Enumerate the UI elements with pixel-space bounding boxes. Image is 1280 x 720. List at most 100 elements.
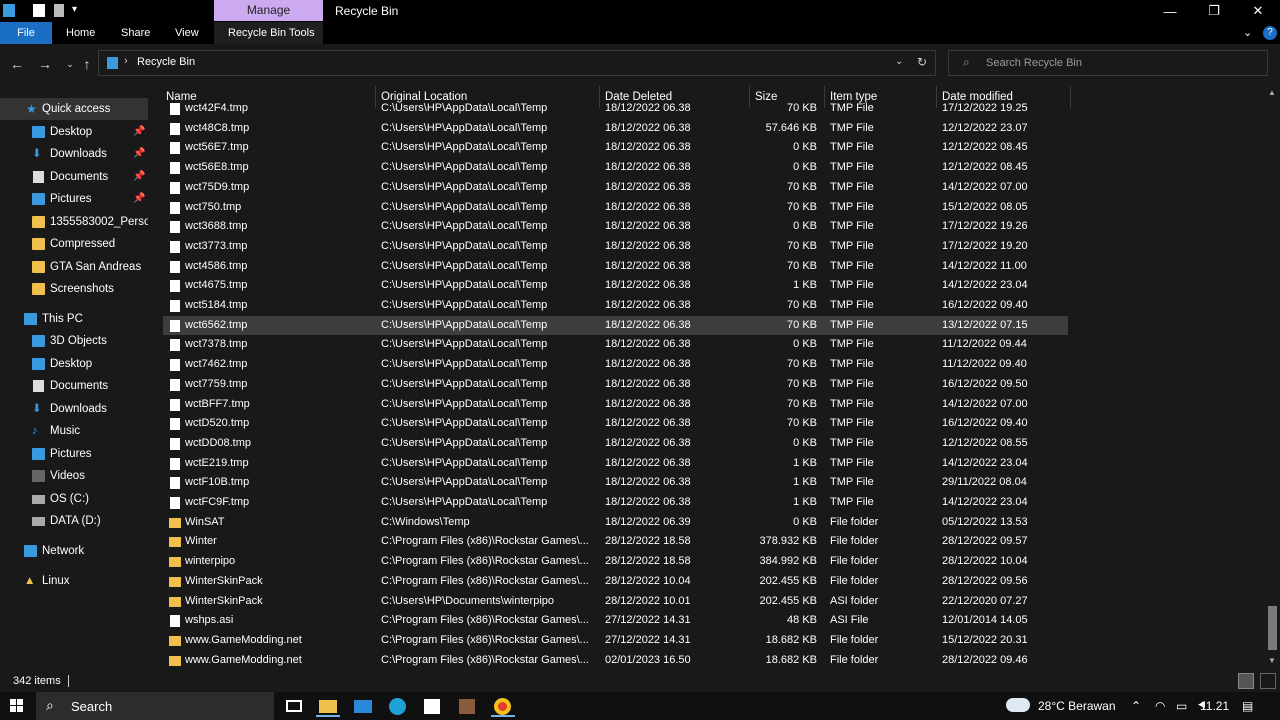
pin-icon[interactable]: 📌 [133, 166, 145, 188]
table-row[interactable]: wctBFF7.tmp C:\Users\HP\AppData\Local\Tem… [163, 395, 1068, 415]
customize-quick-access-icon[interactable]: ▾ [72, 4, 77, 15]
table-row[interactable]: www.GameModding.net C:\Program Files (x86… [163, 631, 1068, 651]
file-explorer-icon[interactable] [316, 695, 340, 717]
help-icon[interactable]: ? [1263, 26, 1277, 40]
clock[interactable]: 11.21 [1200, 699, 1229, 713]
scroll-up-arrow-icon[interactable]: ▲ [1268, 88, 1276, 97]
sidebar-item-drive-c[interactable]: OS (C:) [0, 488, 148, 510]
tab-recycle-bin-tools[interactable]: Recycle Bin Tools [220, 22, 323, 44]
table-row[interactable]: wctFC9F.tmp C:\Users\HP\AppData\Local\Tem… [163, 493, 1068, 513]
recycle-bin-icon[interactable] [3, 4, 15, 17]
chrome-icon[interactable] [491, 695, 515, 717]
sidebar-item-pictures[interactable]: Pictures 📌 [0, 188, 148, 210]
table-row[interactable]: wct56E8.tmp C:\Users\HP\AppData\Local\Tem… [163, 158, 1068, 178]
sidebar-item-documents[interactable]: Documents [0, 375, 148, 397]
details-view-button[interactable] [1238, 673, 1254, 689]
wifi-icon[interactable]: ◠ [1155, 699, 1165, 713]
notifications-icon[interactable]: ▤ [1242, 699, 1253, 713]
minimize-button[interactable]: — [1148, 0, 1192, 22]
table-row[interactable]: wct3773.tmp C:\Users\HP\AppData\Local\Tem… [163, 237, 1068, 257]
table-row[interactable]: wct7378.tmp C:\Users\HP\AppData\Local\Tem… [163, 335, 1068, 355]
table-row[interactable]: wct56E7.tmp C:\Users\HP\AppData\Local\Tem… [163, 138, 1068, 158]
table-row[interactable]: wct6562.tmp C:\Users\HP\AppData\Local\Tem… [163, 315, 1068, 336]
table-row[interactable]: wshps.asi C:\Program Files (x86)\Rockstar… [163, 611, 1068, 631]
table-row[interactable]: wct7759.tmp C:\Users\HP\AppData\Local\Tem… [163, 375, 1068, 395]
table-row[interactable]: wctD520.tmp C:\Users\HP\AppData\Local\Tem… [163, 414, 1068, 434]
sidebar-item-quick-access[interactable]: ★ Quick access [0, 98, 148, 120]
sidebar-item-folder[interactable]: 1355583002_Persona [0, 211, 148, 233]
sort-indicator-icon: ⌃ [263, 86, 271, 91]
taskbar-search-input[interactable]: ⌕ Search [36, 692, 274, 720]
sidebar-item-folder[interactable]: Screenshots [0, 278, 148, 300]
breadcrumb[interactable]: Recycle Bin [137, 56, 195, 68]
table-row[interactable]: wct42F4.tmp C:\Users\HP\AppData\Local\Tem… [163, 99, 1068, 119]
pin-icon[interactable]: 📌 [133, 121, 145, 143]
edge-icon[interactable] [386, 695, 410, 717]
pin-icon[interactable]: 📌 [133, 188, 145, 210]
sidebar-item-videos[interactable]: Videos [0, 465, 148, 487]
sidebar-item-this-pc[interactable]: This PC [0, 308, 148, 330]
table-row[interactable]: wct48C8.tmp C:\Users\HP\AppData\Local\Tem… [163, 119, 1068, 139]
sidebar-item-pictures[interactable]: Pictures [0, 443, 148, 465]
sidebar-item-3d-objects[interactable]: 3D Objects [0, 330, 148, 352]
refresh-icon[interactable]: ↻ [917, 55, 927, 69]
properties-icon[interactable] [33, 4, 45, 17]
large-icons-view-button[interactable] [1260, 673, 1276, 689]
vertical-scrollbar[interactable]: ▲ ▼ [1265, 86, 1280, 670]
table-row[interactable]: www.GameModding.net C:\Program Files (x86… [163, 651, 1068, 670]
up-button[interactable]: ↑ [77, 54, 97, 74]
table-row[interactable]: wct4586.tmp C:\Users\HP\AppData\Local\Tem… [163, 257, 1068, 277]
sidebar-item-desktop[interactable]: Desktop 📌 [0, 121, 148, 143]
mail-icon[interactable] [351, 695, 375, 717]
table-row[interactable]: wct5184.tmp C:\Users\HP\AppData\Local\Tem… [163, 296, 1068, 316]
table-row[interactable]: wct4675.tmp C:\Users\HP\AppData\Local\Tem… [163, 276, 1068, 296]
manage-tab[interactable]: Manage [214, 0, 323, 21]
sidebar-item-documents[interactable]: Documents 📌 [0, 166, 148, 188]
table-row[interactable]: wct3688.tmp C:\Users\HP\AppData\Local\Tem… [163, 217, 1068, 237]
search-input[interactable]: ⌕ Search Recycle Bin [948, 50, 1268, 76]
weather-text[interactable]: 28°C Berawan [1038, 699, 1116, 713]
table-row[interactable]: wctF10B.tmp C:\Users\HP\AppData\Local\Tem… [163, 473, 1068, 493]
tab-file[interactable]: File [0, 22, 52, 44]
sidebar-item-folder[interactable]: GTA San Andreas [0, 256, 148, 278]
weather-cloud-icon[interactable] [1006, 698, 1030, 712]
sidebar-item-linux[interactable]: ▲ Linux [0, 570, 148, 592]
sidebar-item-folder[interactable]: Compressed [0, 233, 148, 255]
table-row[interactable]: wct75D9.tmp C:\Users\HP\AppData\Local\Tem… [163, 178, 1068, 198]
battery-icon[interactable]: ▭ [1176, 699, 1187, 713]
table-row[interactable]: Winter C:\Program Files (x86)\Rockstar Ga… [163, 532, 1068, 552]
tab-home[interactable]: Home [58, 22, 103, 44]
sidebar-item-music[interactable]: ♪ Music [0, 420, 148, 442]
dropdown-chevron-icon[interactable]: ⌄ [895, 56, 903, 67]
task-view-icon[interactable] [283, 695, 307, 717]
game-icon[interactable] [456, 695, 480, 717]
table-row[interactable]: WinterSkinPack C:\Users\HP\Documents\wint… [163, 592, 1068, 612]
pin-icon[interactable]: 📌 [133, 143, 145, 165]
maximize-button[interactable]: ❐ [1192, 0, 1236, 22]
windows-start-icon[interactable] [0, 692, 34, 720]
close-button[interactable]: ✕ [1236, 0, 1280, 22]
sidebar-item-network[interactable]: Network [0, 540, 148, 562]
tab-share[interactable]: Share [113, 22, 158, 44]
forward-button[interactable]: → [35, 54, 55, 74]
table-row[interactable]: WinterSkinPack C:\Program Files (x86)\Roc… [163, 572, 1068, 592]
new-folder-icon[interactable] [54, 4, 64, 17]
table-row[interactable]: wct7462.tmp C:\Users\HP\AppData\Local\Tem… [163, 355, 1068, 375]
scrollbar-thumb[interactable] [1268, 606, 1277, 650]
table-row[interactable]: WinSAT C:\Windows\Temp 18/12/2022 06.39 0 K… [163, 513, 1068, 533]
tab-view[interactable]: View [167, 22, 207, 44]
show-hidden-icons-chevron[interactable]: ⌃ [1131, 699, 1141, 713]
sidebar-item-downloads[interactable]: ⬇ Downloads [0, 398, 148, 420]
table-row[interactable]: wctE219.tmp C:\Users\HP\AppData\Local\Tem… [163, 454, 1068, 474]
table-row[interactable]: winterpipo C:\Program Files (x86)\Rocksta… [163, 552, 1068, 572]
expand-ribbon-icon[interactable]: ⌄ [1243, 26, 1252, 39]
sidebar-item-downloads[interactable]: ⬇ Downloads 📌 [0, 143, 148, 165]
table-row[interactable]: wct750.tmp C:\Users\HP\AppData\Local\Temp… [163, 198, 1068, 218]
sidebar-item-drive-d[interactable]: DATA (D:) [0, 510, 148, 532]
scroll-down-arrow-icon[interactable]: ▼ [1268, 656, 1276, 665]
back-button[interactable]: ← [7, 54, 27, 74]
sidebar-item-desktop[interactable]: Desktop [0, 353, 148, 375]
store-icon[interactable] [421, 695, 445, 717]
table-row[interactable]: wctDD08.tmp C:\Users\HP\AppData\Local\Tem… [163, 434, 1068, 454]
address-bar[interactable]: › Recycle Bin ⌄ ↻ [98, 50, 936, 76]
